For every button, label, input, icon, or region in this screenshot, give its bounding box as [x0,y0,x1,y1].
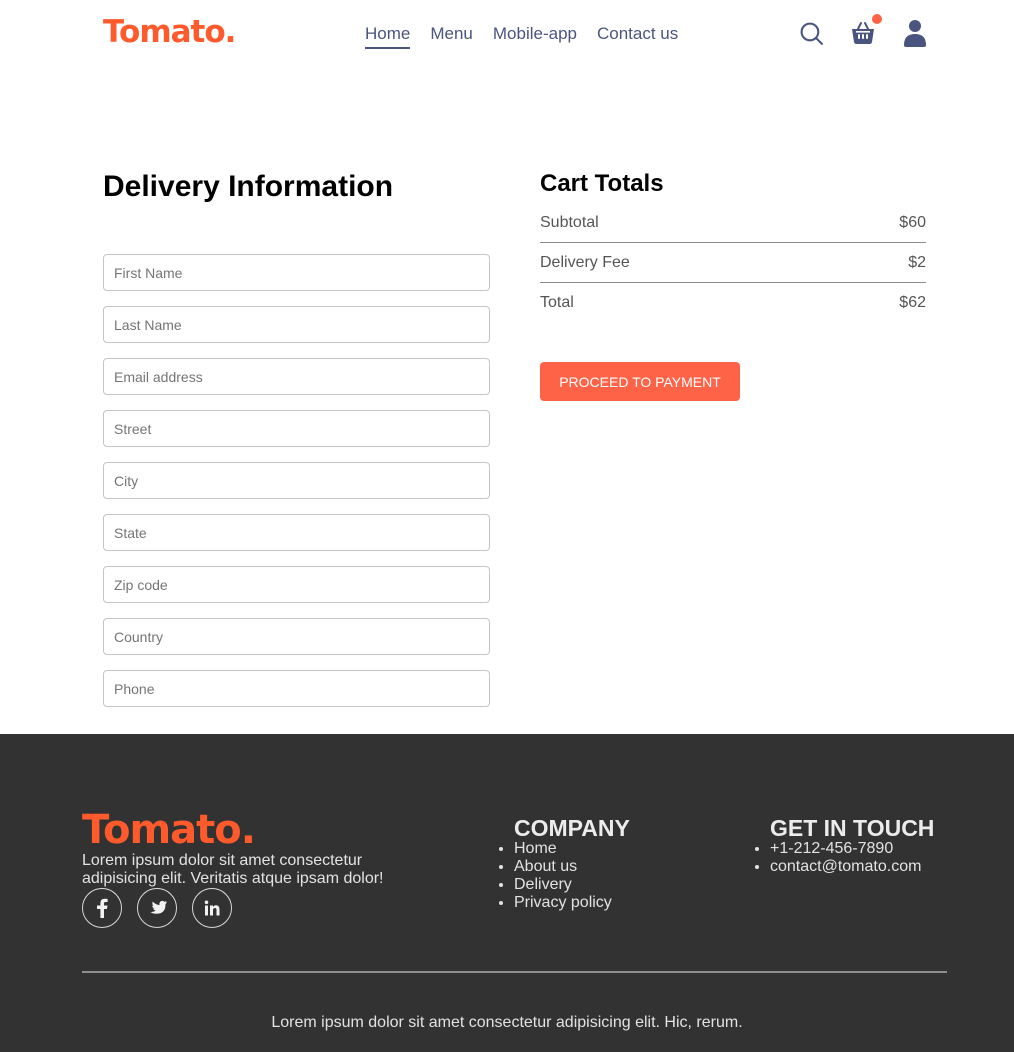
subtotal-row: Subtotal $60 [540,214,926,232]
cart-notification-dot [872,14,882,24]
total-row: Total $62 [540,294,926,312]
navbar: Tomato. Home Menu Mobile-app Contact us [0,0,1014,70]
footer-divider [82,971,947,973]
footer-link-about-us[interactable]: About us [514,858,630,876]
state-field[interactable] [103,514,490,551]
linkedin-icon[interactable] [192,888,232,928]
nav-link-mobile-app[interactable]: Mobile-app [493,24,577,49]
logo[interactable]: Tomato. [103,14,236,50]
phone-field[interactable] [103,670,490,707]
footer-contact-column: GET IN TOUCH +1-212-456-7890 contact@tom… [770,816,934,876]
nav-link-menu[interactable]: Menu [430,24,473,49]
contact-email: contact@tomato.com [770,858,934,876]
footer: Tomato. Lorem ipsum dolor sit amet conse… [0,734,1014,1052]
nav-icons [798,14,928,48]
delivery-title: Delivery Information [103,170,394,203]
footer-company-column: COMPANY Home About us Delivery Privacy p… [514,816,630,912]
footer-link-delivery[interactable]: Delivery [514,876,630,894]
subtotal-label: Subtotal [540,214,599,231]
nav-links: Home Menu Mobile-app Contact us [365,24,678,49]
proceed-to-payment-button[interactable]: PROCEED TO PAYMENT [540,362,740,401]
cart-totals-title: Cart Totals [540,170,664,197]
divider [540,242,926,243]
footer-description: Lorem ipsum dolor sit amet consectetur a… [82,852,384,887]
footer-copyright: Lorem ipsum dolor sit amet consectetur a… [271,1014,743,1031]
get-in-touch-title: GET IN TOUCH [770,815,935,841]
delivery-fee-value: $2 [908,254,926,271]
country-field[interactable] [103,618,490,655]
last-name-field[interactable] [103,306,490,343]
profile-icon[interactable] [902,18,928,48]
search-icon[interactable] [798,18,824,48]
basket-icon[interactable] [850,14,882,48]
social-icons [82,888,232,928]
cart-totals: Cart Totals Subtotal $60 Delivery Fee $2… [540,170,926,401]
subtotal-value: $60 [899,214,926,231]
contact-list: +1-212-456-7890 contact@tomato.com [754,840,934,876]
footer-logo: Tomato. [82,807,256,853]
total-label: Total [540,294,574,311]
contact-phone: +1-212-456-7890 [770,840,934,858]
nav-link-home[interactable]: Home [365,24,411,49]
footer-link-privacy-policy[interactable]: Privacy policy [514,894,630,912]
company-title: COMPANY [514,815,630,841]
delivery-information: Delivery Information [103,170,490,722]
divider [540,282,926,283]
facebook-icon[interactable] [82,888,122,928]
delivery-fee-row: Delivery Fee $2 [540,254,926,272]
total-value: $62 [899,294,926,311]
place-order-form: Delivery Information Cart Totals Subtota… [103,170,926,730]
first-name-field[interactable] [103,254,490,291]
delivery-fee-label: Delivery Fee [540,254,630,271]
zip-code-field[interactable] [103,566,490,603]
city-field[interactable] [103,462,490,499]
company-links: Home About us Delivery Privacy policy [498,840,630,912]
street-field[interactable] [103,410,490,447]
footer-link-home[interactable]: Home [514,840,630,858]
twitter-icon[interactable] [137,888,177,928]
email-field[interactable] [103,358,490,395]
nav-link-contact-us[interactable]: Contact us [597,24,678,49]
